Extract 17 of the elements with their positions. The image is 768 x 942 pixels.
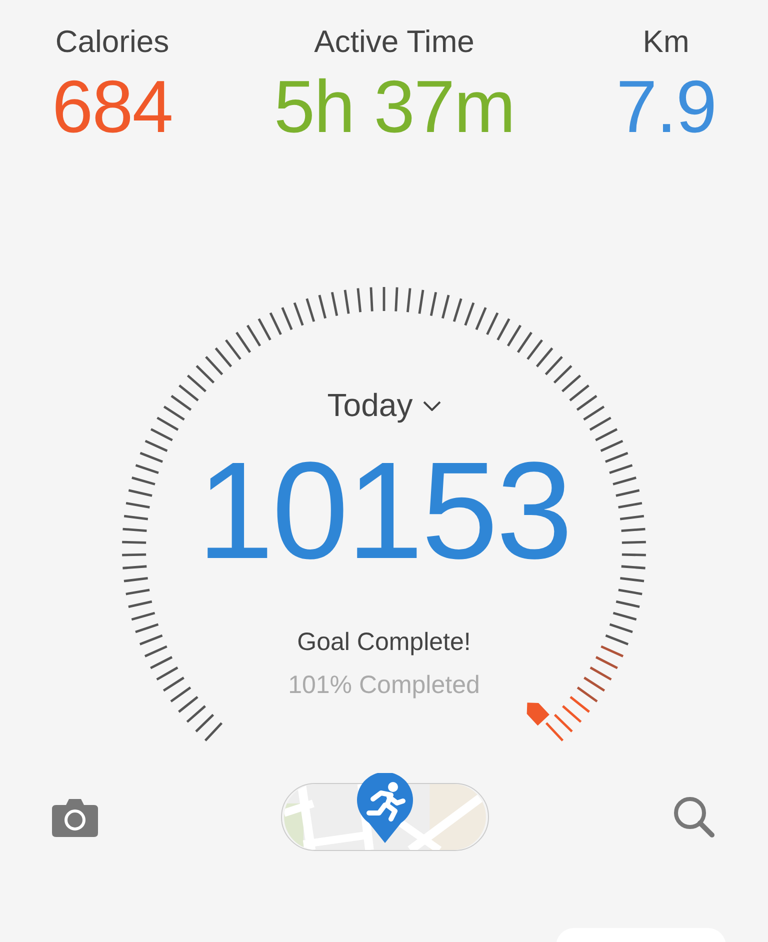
chevron-down-icon (422, 400, 441, 410)
progress-marker (526, 702, 550, 726)
stat-label: Calories (55, 24, 170, 60)
goal-status: Goal Complete! (297, 628, 471, 657)
stat-label: Active Time (314, 24, 474, 60)
runner-pin-icon[interactable] (355, 773, 415, 845)
search-button[interactable] (672, 795, 716, 839)
camera-icon (52, 797, 98, 837)
step-count: 10153 (197, 442, 571, 580)
stat-value: 5h 37m (274, 64, 515, 149)
search-icon (672, 795, 716, 839)
period-dropdown[interactable]: Today (327, 387, 441, 424)
stat-value: 7.9 (616, 64, 716, 149)
completion-text: 101% Completed (288, 671, 480, 700)
stat-label: Km (642, 24, 690, 60)
camera-button[interactable] (52, 797, 98, 837)
stat-value: 684 (52, 64, 172, 149)
